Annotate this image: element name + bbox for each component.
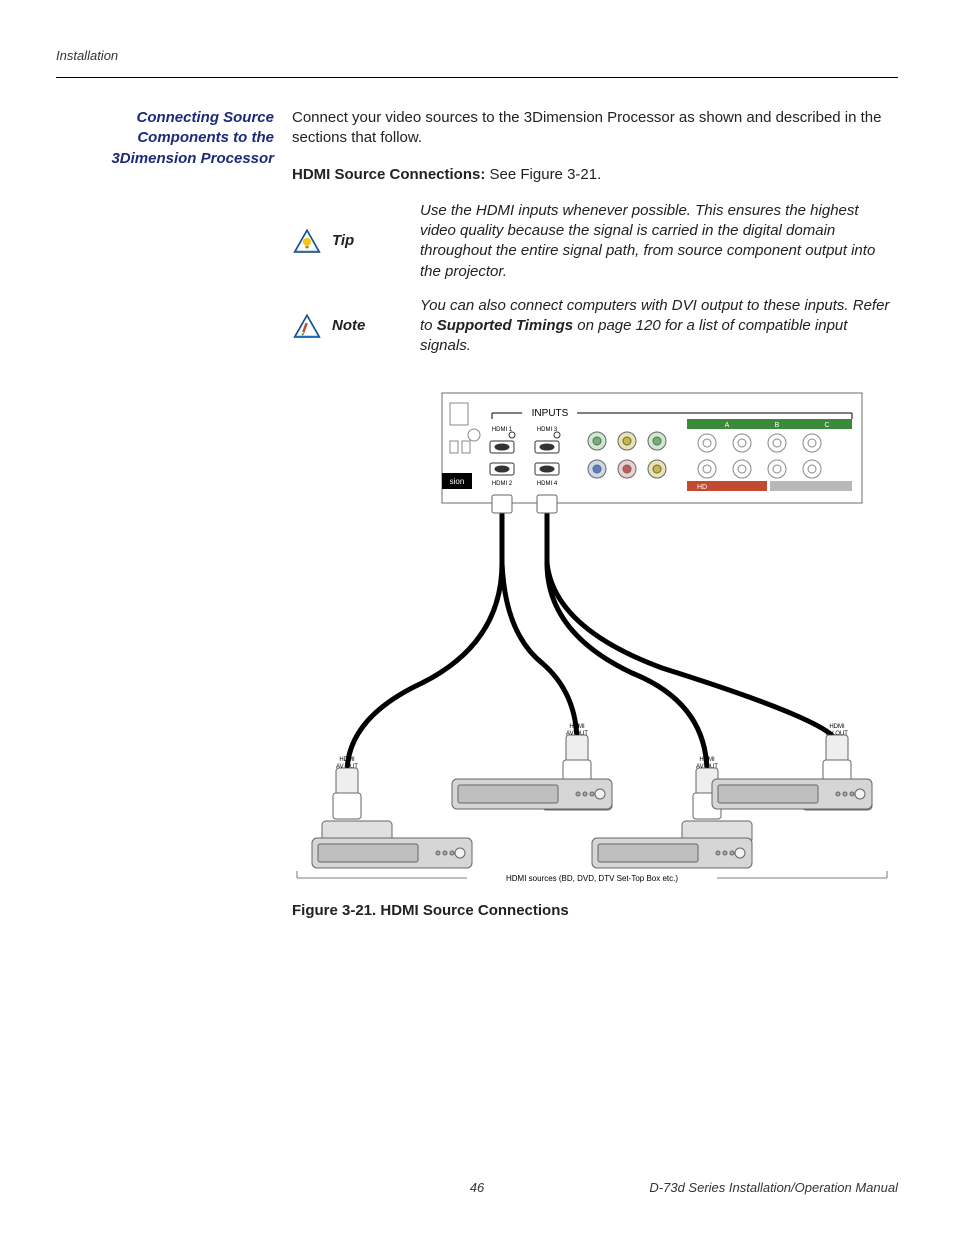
svg-text:HDMI 2: HDMI 2 — [492, 481, 513, 487]
tip-label: Tip — [332, 231, 354, 251]
figure-caption: Figure 3-21. HDMI Source Connections — [292, 901, 898, 921]
divider — [56, 77, 898, 78]
footer: 46 D-73d Series Installation/Operation M… — [56, 1180, 898, 1195]
svg-text:HDMI 3: HDMI 3 — [537, 427, 558, 433]
note-strong: Supported Timings — [437, 317, 573, 334]
svg-text:A: A — [725, 422, 730, 429]
svg-text:HDMI 4: HDMI 4 — [537, 481, 558, 487]
note-label: Note — [332, 316, 365, 336]
svg-text:HDMIAV OUT: HDMIAV OUT — [566, 724, 588, 737]
svg-text:C: C — [824, 422, 829, 429]
side-column: Connecting Source Components to the 3Dim… — [56, 108, 292, 921]
main-column: Connect your video sources to the 3Dimen… — [292, 108, 898, 921]
side-heading: Connecting Source Components to the 3Dim… — [56, 108, 274, 169]
svg-text:B: B — [775, 422, 780, 429]
svg-text:HD: HD — [697, 484, 707, 491]
tip-icon-col: Tip — [292, 201, 420, 282]
tip-text: Use the HDMI inputs whenever possible. T… — [420, 201, 898, 282]
running-head: Installation — [56, 48, 898, 63]
svg-text:sion: sion — [450, 477, 465, 486]
hdmi-subhead-line: HDMI Source Connections: See Figure 3-21… — [292, 165, 898, 185]
svg-text:HDMIAV OUT: HDMIAV OUT — [826, 724, 848, 737]
tip-bulb-icon — [292, 228, 322, 254]
fig-inputs-label: INPUTS — [532, 408, 569, 419]
note-icon-col: Note — [292, 296, 420, 357]
note-text: You can also connect computers with DVI … — [420, 296, 898, 357]
tip-callout: Tip Use the HDMI inputs whenever possibl… — [292, 201, 898, 282]
note-callout: Note You can also connect computers with… — [292, 296, 898, 357]
hdmi-subhead-rest: See Figure 3-21. — [485, 166, 601, 183]
content: Connecting Source Components to the 3Dim… — [56, 108, 898, 921]
page-number: 46 — [56, 1180, 898, 1195]
figure-svg: INPUTS HDMI 1 HDMI 3 — [292, 383, 892, 883]
figure-wrap: INPUTS HDMI 1 HDMI 3 — [292, 383, 898, 921]
svg-text:HDMIAV OUT: HDMIAV OUT — [336, 757, 358, 770]
svg-text:HDMIAV OUT: HDMIAV OUT — [696, 757, 718, 770]
intro-paragraph: Connect your video sources to the 3Dimen… — [292, 108, 898, 149]
hdmi-subhead: HDMI Source Connections: — [292, 166, 485, 183]
svg-text:HDMI 1: HDMI 1 — [492, 427, 513, 433]
fig-bottom-label: HDMI sources (BD, DVD, DTV Set-Top Box e… — [506, 874, 678, 883]
note-pencil-icon — [292, 313, 322, 339]
